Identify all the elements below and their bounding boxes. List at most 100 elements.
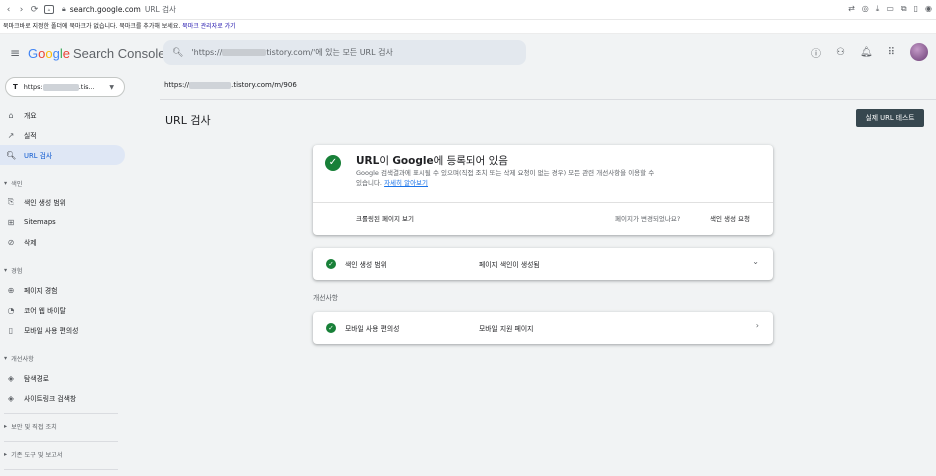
avatar[interactable] xyxy=(910,43,928,61)
back-icon[interactable]: ‹ xyxy=(2,5,15,15)
plus-circle-icon: ⊕ xyxy=(7,285,15,295)
section-label: 개선사항 xyxy=(11,356,34,363)
chevron-down-icon: ▾ xyxy=(4,180,8,187)
address-bar[interactable]: 🔒︎ search.google.com URL 검사 xyxy=(62,4,176,15)
check-circle-icon: ✓ xyxy=(326,323,336,333)
browser-toolbar: ‹ › ⟳ ⌂ 🔒︎ search.google.com URL 검사 ⇄ ◎ … xyxy=(0,0,936,20)
logo-letter: o xyxy=(45,45,53,61)
request-indexing-button[interactable]: 색인 생성 요청 xyxy=(710,213,750,223)
sidebar-item-sitemaps[interactable]: ⊞ Sitemaps xyxy=(0,212,125,232)
sidebar-item-label: 사이트링크 검색창 xyxy=(24,395,77,403)
live-url-test-button[interactable]: 실제 URL 테스트 xyxy=(856,109,924,127)
sidebar: T https: .tis... ▼ ⌂ 개요 ↗ 실적 🔍︎ URL 검사 ▾… xyxy=(0,72,130,476)
sidebar-item-mobile-usability[interactable]: ▯ 모바일 사용 편의성 xyxy=(0,320,125,340)
check-circle-icon: ✓ xyxy=(325,155,341,171)
sidebar-item-label: Sitemaps xyxy=(24,218,56,226)
coverage-label: 색인 생성 범위 xyxy=(345,261,387,269)
mobile-usability-value: 모바일 지원 페이지 xyxy=(479,325,534,333)
notifications-icon[interactable]: 🔔︎ xyxy=(860,47,873,58)
status-title: URL이 Google에 등록되어 있음 xyxy=(356,153,508,168)
sidebar-item-core-web-vitals[interactable]: ◔ 코어 웹 바이탈 xyxy=(0,300,125,320)
property-selector[interactable]: T https: .tis... ▼ xyxy=(5,77,125,97)
download-icon[interactable]: ⤓ xyxy=(876,4,880,14)
section-label: 보안 및 직접 조치 xyxy=(11,424,57,431)
sidebar-item-url-inspection[interactable]: 🔍︎ URL 검사 xyxy=(0,145,125,165)
page-changed-question: 페이지가 변경되었나요? xyxy=(615,215,681,223)
bookmark-bar: 북마크바로 지정한 폴더에 북마크가 없습니다. 북마크를 추가해 보세요. 북… xyxy=(0,20,936,34)
brand-logo[interactable]: Google Search Console xyxy=(28,46,165,61)
browser-extensions: ⇄ ◎ ⤓ ▭ ⧉ ▯ ◉ xyxy=(848,4,932,14)
page-title: URL 검사 xyxy=(165,114,211,127)
sidebar-item-label: 실적 xyxy=(24,132,37,140)
logo-letter: g xyxy=(52,45,60,61)
view-crawled-page-button[interactable]: 크롤링된 페이지 보기 xyxy=(356,213,414,223)
search-icon: 🔍︎ xyxy=(172,47,184,58)
sidepanel-icon[interactable]: ▯ xyxy=(914,4,918,14)
bookmark-manager-link[interactable]: 북마크 관리자로 가기 xyxy=(182,23,236,30)
coverage-row[interactable]: ✓ 색인 생성 범위 페이지 색인이 생성됨 ⌄ xyxy=(313,248,773,280)
sidebar-item-breadcrumbs[interactable]: ◈ 탐색경로 xyxy=(0,368,125,388)
divider xyxy=(4,441,118,442)
section-legacy[interactable]: ▸ 기존 도구 및 보고서 xyxy=(4,450,63,459)
profile-icon[interactable]: ◉ xyxy=(925,4,932,14)
header-actions: ⓘ ⚇ 🔔︎ ⠿ xyxy=(811,43,928,61)
url-inspect-search[interactable]: 🔍︎ 'https:// tistory.com/'에 있는 모든 URL 검사 xyxy=(163,40,526,65)
section-experience[interactable]: ▾ 경험 xyxy=(4,266,23,275)
section-security[interactable]: ▸ 보안 및 직접 조치 xyxy=(4,422,57,431)
users-settings-icon[interactable]: ⚇ xyxy=(836,47,845,58)
property-suffix: .tis... xyxy=(78,83,95,91)
trending-icon: ↗ xyxy=(7,130,15,140)
search-placeholder: 'https:// tistory.com/'에 있는 모든 URL 검사 xyxy=(191,47,392,58)
section-index[interactable]: ▾ 색인 xyxy=(4,179,23,188)
sidebar-item-label: 색인 생성 범위 xyxy=(24,199,66,207)
translate-icon[interactable]: ⇄ xyxy=(848,4,855,14)
search-suffix: tistory.com/'에 있는 모든 URL 검사 xyxy=(266,48,393,57)
home-icon[interactable]: ⌂ xyxy=(44,5,54,14)
layers-icon: ◈ xyxy=(7,373,15,383)
divider xyxy=(4,469,118,470)
speed-icon: ◔ xyxy=(7,305,15,315)
apps-grid-icon[interactable]: ⠿ xyxy=(888,47,895,58)
check-circle-icon: ✓ xyxy=(326,259,336,269)
divider xyxy=(313,202,773,203)
smartphone-icon: ▯ xyxy=(8,325,14,335)
redacted-text xyxy=(222,49,267,56)
mobile-usability-row[interactable]: ✓ 모바일 사용 편의성 모바일 지원 페이지 › xyxy=(313,312,773,344)
learn-more-link[interactable]: 자세히 알아보기 xyxy=(384,179,428,187)
sidebar-item-label: URL 검사 xyxy=(24,152,53,160)
app-header: ≡ Google Search Console 🔍︎ 'https:// tisto… xyxy=(0,34,936,72)
inspected-url: https:// .tistory.com/m/906 xyxy=(164,81,297,89)
sidebar-item-sitelinks-searchbox[interactable]: ◈ 사이트링크 검색창 xyxy=(0,388,125,408)
sidebar-item-label: 코어 웹 바이탈 xyxy=(24,307,66,315)
index-status-card: ✓ URL이 Google에 등록되어 있음 Google 검색결과에 표시될 … xyxy=(313,145,773,235)
sidebar-item-overview[interactable]: ⌂ 개요 xyxy=(0,105,125,125)
logo-product-name: Search Console xyxy=(72,45,166,61)
chevron-right-icon: ▸ xyxy=(4,423,8,430)
logo-letter: e xyxy=(62,45,70,61)
search-console-app: ≡ Google Search Console 🔍︎ 'https://tisto… xyxy=(0,34,936,476)
chevron-right-icon: › xyxy=(755,321,759,330)
reload-icon[interactable]: ⟳ xyxy=(28,5,41,15)
search-icon: 🔍︎ xyxy=(6,150,17,160)
property-prefix: https: xyxy=(23,83,43,91)
section-enhancements[interactable]: ▾ 개선사항 xyxy=(4,354,34,363)
cast-icon[interactable]: ▭ xyxy=(886,4,894,14)
help-icon[interactable]: ⓘ xyxy=(811,45,821,60)
chevron-down-icon: ▾ xyxy=(4,267,8,274)
screenshot-icon[interactable]: ⧉ xyxy=(901,4,907,14)
chevron-right-icon: ▸ xyxy=(4,451,8,458)
home-icon: ⌂ xyxy=(8,110,14,120)
sidebar-item-label: 페이지 경험 xyxy=(24,287,58,295)
extension-icon[interactable]: ◎ xyxy=(862,4,869,14)
forward-icon[interactable]: › xyxy=(15,5,28,15)
redacted-text xyxy=(42,83,79,91)
chevron-down-icon: ▼ xyxy=(109,83,114,91)
layers-icon: ◈ xyxy=(7,393,15,403)
sidebar-item-removals[interactable]: ⊘ 삭제 xyxy=(0,232,125,252)
property-icon: T xyxy=(13,83,18,91)
menu-icon[interactable]: ≡ xyxy=(4,46,26,60)
sidebar-item-coverage[interactable]: ⎘ 색인 생성 범위 xyxy=(0,192,125,212)
sidebar-item-performance[interactable]: ↗ 실적 xyxy=(0,125,125,145)
sidebar-item-page-experience[interactable]: ⊕ 페이지 경험 xyxy=(0,280,125,300)
sidebar-item-label: 탐색경로 xyxy=(24,375,50,383)
